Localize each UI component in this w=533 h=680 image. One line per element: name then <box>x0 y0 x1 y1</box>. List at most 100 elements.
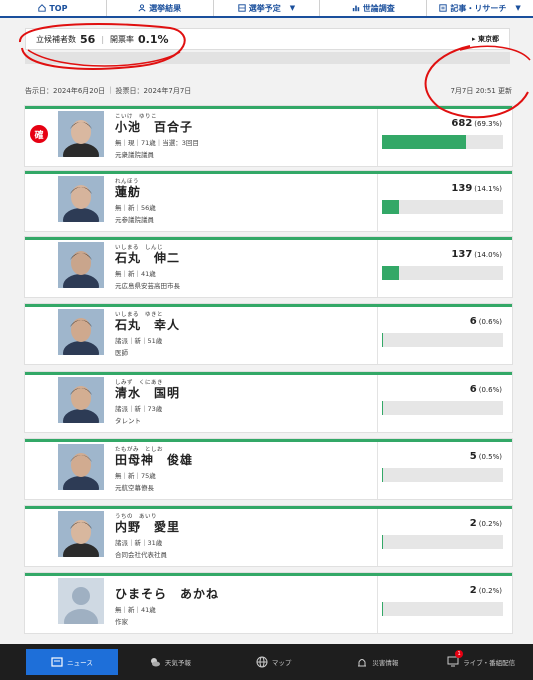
announce-date: 告示日：2024年6月20日 <box>25 87 106 95</box>
vote-share-fill <box>382 401 383 415</box>
bottom-nav: ニュース 天気予報 マップ 災害情報 1 ライブ・番組配信 <box>0 644 533 680</box>
vote-percent: (0.6%) <box>478 318 502 326</box>
vote-number: 5 <box>469 451 477 462</box>
candidate-photo <box>58 511 104 557</box>
candidate-info: たもがみ としお 田母神 俊雄 無｜新｜75歳 元航空幕僚長 <box>115 445 375 492</box>
vote-share-bar <box>382 535 503 549</box>
updated-time: 7月7日 20:51 更新 <box>450 87 512 95</box>
vote-count: 2 (0.2%) <box>382 585 502 596</box>
candidate-meta: 無｜新｜41歳 <box>115 606 156 614</box>
bottom-nav-live[interactable]: 1 ライブ・番組配信 <box>429 649 533 675</box>
vote-share-bar <box>382 333 503 347</box>
candidate-kana: こいけ ゆりこ <box>115 114 158 120</box>
vote-share-bar <box>382 602 503 616</box>
elected-badge: 確 <box>30 125 48 143</box>
candidate-kana: しみず くにあき <box>115 380 164 386</box>
candidate-name: 内野 愛里 <box>115 520 181 534</box>
vote-percent: (0.6%) <box>478 386 502 394</box>
vote-date: 投票日：2024年7月7日 <box>115 87 192 95</box>
candidate-name: 石丸 幸人 <box>115 318 181 332</box>
candidate-meta: 無｜新｜75歳 <box>115 472 156 480</box>
candidate-card[interactable]: れんほう 蓮舫 無｜新｜56歳 元参議院議員 139 (14.1%) <box>25 171 512 231</box>
vote-share-bar <box>382 401 503 415</box>
vote-share-bar <box>382 135 503 149</box>
candidate-card[interactable]: ひまそら あかね 無｜新｜41歳 作家 2 (0.2%) <box>25 573 512 633</box>
vote-count: 6 (0.6%) <box>382 316 502 327</box>
divider <box>377 174 378 231</box>
candidate-info: うちの あいり 内野 愛里 諸派｜新｜31歳 合同会社代表社員 <box>115 512 375 559</box>
nav-top[interactable]: TOP <box>0 0 107 16</box>
candidate-kana: いしまる ゆきと <box>115 312 164 318</box>
vote-count: 139 (14.1%) <box>382 183 502 194</box>
candidate-photo <box>58 176 104 222</box>
chevron-down-icon: ▼ <box>515 4 521 12</box>
divider: | <box>101 34 105 44</box>
weather-icon <box>150 658 160 667</box>
candidate-card[interactable]: 確 こいけ ゆりこ 小池 百合子 無｜現｜71歳｜当選：3回目 元衆議院議員 6… <box>25 106 512 166</box>
candidate-name: 石丸 伸二 <box>115 251 181 265</box>
candidate-meta: 諸派｜新｜73歳 <box>115 405 163 413</box>
bottom-nav-weather[interactable]: 天気予報 <box>118 649 222 675</box>
candidate-info: れんほう 蓮舫 無｜新｜56歳 元参議院議員 <box>115 177 375 224</box>
vote-count: 2 (0.2%) <box>382 518 502 529</box>
candidate-photo <box>58 444 104 490</box>
candidate-photo <box>58 578 104 624</box>
top-nav: TOP 選挙結果 選挙予定 ▼ 世論調査 記事・リサーチ ▼ <box>0 0 533 18</box>
nav-results[interactable]: 選挙結果 <box>107 0 214 16</box>
vote-number: 2 <box>469 518 477 529</box>
candidate-meta: 無｜新｜41歳 <box>115 270 156 278</box>
bottom-nav-news[interactable]: ニュース <box>26 649 118 675</box>
candidate-photo <box>58 111 104 157</box>
candidate-kana: うちの あいり <box>115 514 158 520</box>
candidate-kana <box>115 579 375 587</box>
candidate-card[interactable]: いしまる しんじ 石丸 伸二 無｜新｜41歳 元広島県安芸高田市長 137 (14… <box>25 237 512 297</box>
candidate-kana: たもがみ としお <box>115 447 164 453</box>
vote-percent: (14.1%) <box>474 185 502 193</box>
chart-icon <box>352 5 359 12</box>
candidate-career: 医師 <box>115 349 128 357</box>
candidate-name: ひまそら あかね <box>115 587 220 601</box>
bottom-nav-map[interactable]: マップ <box>222 649 326 675</box>
vote-percent: (0.2%) <box>478 587 502 595</box>
nav-poll[interactable]: 世論調査 <box>320 0 428 16</box>
person-icon <box>138 4 146 12</box>
nav-articles[interactable]: 記事・リサーチ ▼ <box>427 0 533 16</box>
grid-icon <box>238 4 246 12</box>
bottom-nav-live-label: ライブ・番組配信 <box>463 659 516 667</box>
candidate-career: 元参議院議員 <box>115 216 154 224</box>
candidate-meta: 無｜現｜71歳｜当選：3回目 <box>115 139 199 147</box>
vote-number: 2 <box>469 585 477 596</box>
nav-results-label: 選挙結果 <box>149 3 182 13</box>
bottom-nav-disaster[interactable]: 災害情報 <box>326 649 430 675</box>
candidate-meta: 諸派｜新｜51歳 <box>115 337 163 345</box>
nav-schedule[interactable]: 選挙予定 ▼ <box>214 0 321 16</box>
vote-count: 682 (69.3%) <box>382 118 502 129</box>
divider <box>377 240 378 297</box>
candidate-card[interactable]: うちの あいり 内野 愛里 諸派｜新｜31歳 合同会社代表社員 2 (0.2%) <box>25 506 512 566</box>
election-dates: 告示日：2024年6月20日 | 投票日：2024年7月7日 7月7日 20:5… <box>25 86 512 96</box>
vote-share-fill <box>382 266 399 280</box>
candidate-card[interactable]: いしまる ゆきと 石丸 幸人 諸派｜新｜51歳 医師 6 (0.6%) <box>25 304 512 364</box>
vote-share-fill <box>382 135 466 149</box>
candidate-info: いしまる ゆきと 石丸 幸人 諸派｜新｜51歳 医師 <box>115 310 375 357</box>
candidate-info: いしまる しんじ 石丸 伸二 無｜新｜41歳 元広島県安芸高田市長 <box>115 243 375 290</box>
divider: | <box>109 86 112 94</box>
candidate-meta: 諸派｜新｜31歳 <box>115 539 163 547</box>
candidate-card[interactable]: たもがみ としお 田母神 俊雄 無｜新｜75歳 元航空幕僚長 5 (0.5%) <box>25 439 512 499</box>
candidate-photo <box>58 309 104 355</box>
candidate-kana: れんほう <box>115 179 140 185</box>
vote-share-fill <box>382 602 383 616</box>
nav-articles-label: 記事・リサーチ <box>450 3 507 13</box>
vote-share-fill <box>382 333 383 347</box>
candidate-career: 作家 <box>115 618 128 626</box>
candidate-meta: 無｜新｜56歳 <box>115 204 156 212</box>
vote-share-bar <box>382 468 503 482</box>
divider <box>377 442 378 499</box>
candidate-card[interactable]: しみず くにあき 清水 国明 諸派｜新｜73歳 タレント 6 (0.6%) <box>25 372 512 432</box>
prefecture-link[interactable]: ▸ 東京都 <box>472 34 499 44</box>
vote-number: 6 <box>469 384 477 395</box>
turnout-value: 0.1% <box>138 32 169 46</box>
candidate-info: ひまそら あかね 無｜新｜41歳 作家 <box>115 579 375 626</box>
vote-percent: (0.2%) <box>478 520 502 528</box>
home-icon <box>38 4 47 12</box>
